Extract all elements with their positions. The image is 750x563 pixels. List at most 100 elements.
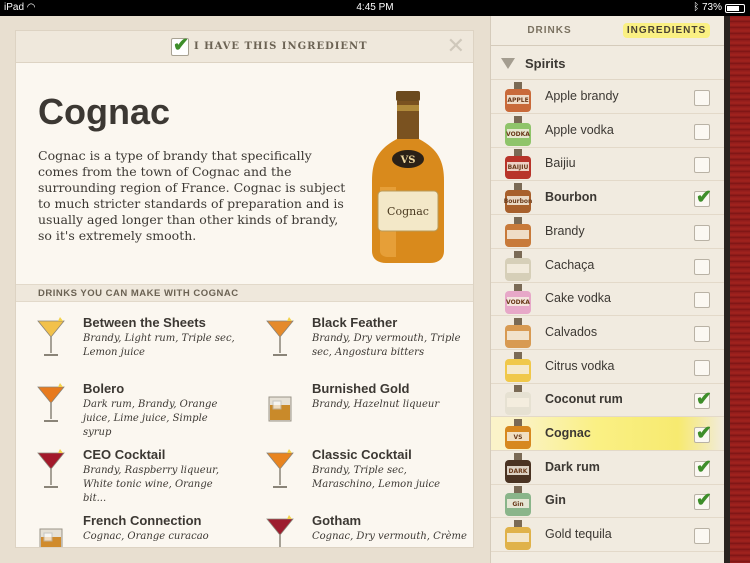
bottle-thumbnail-icon: Bourbon (504, 183, 533, 214)
ingredient-name: Gin (545, 493, 566, 508)
have-ingredient-checkbox[interactable]: ✔ (171, 35, 189, 56)
ingredient-name: Gold tequila (545, 527, 612, 542)
ingredient-checkbox[interactable] (694, 90, 710, 106)
ingredient-row[interactable]: Brandy (491, 215, 725, 249)
rocks-glass-icon (39, 528, 63, 547)
check-icon: ✔ (696, 456, 712, 478)
ingredient-checkbox[interactable]: ✔ (694, 187, 712, 208)
drink-name: Gotham (312, 513, 362, 528)
ingredient-row[interactable]: Citrus vodka (491, 350, 725, 384)
drink-ingredients: Brandy, Dry vermouth, Triple sec, Angost… (312, 333, 461, 358)
ingredient-checkbox[interactable] (694, 123, 710, 140)
ingredient-name: Cognac (545, 426, 591, 440)
have-ingredient-bar: ✔ I HAVE THIS INGREDIENT ✕ (16, 31, 473, 63)
drink-item[interactable]: Classic Cocktail Brandy, Triple sec, Mara… (265, 447, 473, 507)
close-icon[interactable]: ✕ (447, 33, 465, 59)
bluetooth-icon: ᛒ (693, 2, 700, 13)
drink-ingredients: Brandy, Hazelnut liqueur (312, 399, 440, 410)
ingredient-checkbox[interactable] (694, 292, 710, 309)
drinks-section-header: DRINKS YOU CAN MAKE WITH COGNAC (16, 284, 473, 302)
ingredient-row[interactable]: DARK Dark rum ✔ (491, 451, 725, 485)
drink-ingredients: Cognac, Orange curacao (83, 531, 209, 542)
drink-ingredients: Dark rum, Brandy, Orange juice, Lime jui… (83, 399, 218, 438)
drink-ingredients: Brandy, Light rum, Triple sec, Lemon jui… (83, 333, 235, 358)
tab-ingredients-label: INGREDIENTS (622, 23, 711, 38)
drink-item[interactable]: CEO Cocktail Brandy, Raspberry liqueur, W… (36, 447, 251, 507)
ingredient-row[interactable]: Coconut rum ✔ (491, 383, 725, 418)
drinks-section-title: DRINKS YOU CAN MAKE WITH COGNAC (38, 288, 239, 299)
ingredient-row[interactable]: Gold tequila (491, 518, 725, 553)
tab-drinks[interactable]: DRINKS (491, 16, 608, 46)
ingredient-name: Apple vodka (545, 122, 614, 137)
cocktail-glass-icon (37, 383, 65, 422)
drink-item[interactable]: Burnished Gold Brandy, Hazelnut liqueur (265, 381, 473, 441)
battery-icon (725, 4, 745, 13)
ingredient-name: Brandy (545, 223, 585, 238)
svg-text:Bourbon: Bourbon (504, 198, 533, 205)
ingredient-checkbox[interactable]: ✔ (694, 423, 712, 444)
ingredient-name: Cake vodka (545, 291, 612, 306)
ingredient-row[interactable]: Bourbon Bourbon ✔ (491, 181, 725, 216)
drink-item[interactable]: Black Feather Brandy, Dry vermouth, Tripl… (265, 315, 473, 375)
clock: 4:45 PM (356, 2, 394, 13)
check-icon: ✔ (696, 187, 712, 209)
drink-item[interactable]: French Connection Cognac, Orange curacao (36, 513, 251, 547)
drink-name: Black Feather (312, 315, 398, 330)
ingredient-checkbox[interactable] (694, 157, 710, 174)
drink-item[interactable]: Gotham Cognac, Dry vermouth, Crème (265, 513, 473, 547)
ingredient-row[interactable]: Cachaça (491, 249, 725, 283)
bottle-thumbnail-icon: VODKA (505, 284, 531, 315)
ingredient-row[interactable]: VS Cognac ✔ (491, 417, 725, 451)
bottle-thumbnail-icon: VODKA (505, 115, 531, 146)
ingredient-row[interactable]: Gin Gin ✔ (491, 484, 725, 519)
cocktail-glass-icon (37, 317, 65, 356)
ingredient-name: Coconut rum (545, 392, 623, 407)
bottle-thumbnail-icon: DARK (505, 452, 531, 483)
bottle-thumbnail-icon (505, 385, 531, 416)
cocktail-glass-icon (266, 449, 294, 488)
ingredient-checkbox[interactable] (694, 359, 710, 376)
tab-ingredients[interactable]: INGREDIENTS (608, 16, 725, 46)
drink-item[interactable]: Between the Sheets Brandy, Light rum, Tri… (36, 315, 251, 375)
ingredient-row[interactable]: APPLE Apple brandy (491, 80, 725, 114)
svg-text:DARK: DARK (509, 468, 528, 475)
ingredient-row[interactable]: VODKA Apple vodka (491, 114, 725, 148)
ingredient-checkbox[interactable] (694, 258, 710, 275)
ingredient-name: Baijiu (545, 156, 576, 171)
ingredient-name: Bourbon (545, 190, 598, 205)
svg-text:APPLE: APPLE (507, 97, 528, 104)
ingredient-checkbox[interactable]: ✔ (694, 457, 712, 478)
bottle-thumbnail-icon (505, 317, 531, 348)
svg-text:VS: VS (514, 434, 523, 441)
drink-item[interactable]: Bolero Dark rum, Brandy, Orange juice, Li… (36, 381, 251, 441)
ingredient-name: Calvados (545, 324, 598, 339)
svg-text:Gin: Gin (512, 501, 523, 508)
drink-name: Bolero (83, 381, 125, 396)
bottle-thumbnail-icon: Gin (505, 486, 531, 517)
ingredient-checkbox[interactable]: ✔ (694, 490, 712, 511)
ingredient-row[interactable]: VODKA Cake vodka (491, 282, 725, 317)
ingredient-row[interactable]: BAIJIU Baijiu (491, 147, 725, 182)
check-icon: ✔ (696, 389, 712, 411)
ingredient-checkbox[interactable] (694, 325, 710, 342)
svg-text:VODKA: VODKA (506, 131, 530, 138)
ingredient-checkbox[interactable]: ✔ (694, 389, 712, 410)
drink-ingredients: Brandy, Triple sec, Maraschino, Lemon ju… (312, 465, 441, 490)
ingredient-detail-card: ✔ I HAVE THIS INGREDIENT ✕ Cognac Cognac… (15, 30, 474, 548)
ingredient-title: Cognac (38, 91, 171, 132)
cocktail-glass-icon (266, 317, 294, 356)
bottle-thumbnail-icon (505, 250, 531, 281)
ingredient-checkbox[interactable] (694, 528, 710, 545)
ingredient-row[interactable]: Calvados (491, 316, 725, 350)
bottle-label: Cognac (387, 205, 429, 218)
category-header-spirits[interactable]: Spirits (491, 46, 725, 80)
cocktail-glass-icon (266, 515, 294, 547)
cognac-bottle-image: VS Cognac (372, 91, 444, 263)
check-icon: ✔ (173, 35, 189, 56)
panel-tabs: DRINKS INGREDIENTS (491, 16, 725, 46)
ingredient-name: Apple brandy (545, 89, 619, 103)
ingredient-name: Citrus vodka (545, 358, 615, 373)
bottle-badge: VS (400, 155, 416, 166)
ingredient-checkbox[interactable] (694, 224, 710, 241)
bottle-thumbnail-icon (505, 520, 531, 551)
